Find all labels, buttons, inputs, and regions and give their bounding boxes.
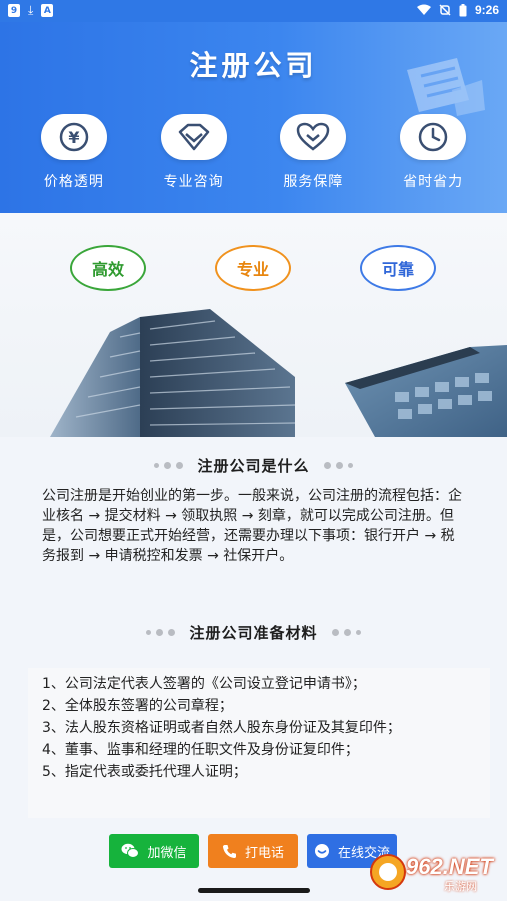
section-heading-materials: 注册公司准备材料 — [0, 622, 507, 643]
badge-efficient: 高效 — [70, 245, 146, 291]
add-wechat-button[interactable]: 加微信 — [109, 834, 199, 868]
description-paragraph: 公司注册是开始创业的第一步。一般来说，公司注册的流程包括：企业核名 → 提交材料… — [42, 488, 462, 564]
diamond-icon — [160, 114, 227, 160]
a-notification-icon: A — [41, 4, 54, 17]
feature-label: 省时省力 — [403, 174, 464, 190]
wechat-icon — [121, 843, 140, 858]
mute-icon — [439, 4, 451, 16]
page-title: 注册公司 — [189, 49, 318, 82]
materials-list: 1、公司法定代表人签署的《公司设立登记申请书》； 2、全体股东签署的公司章程； … — [28, 668, 490, 818]
feature-label: 价格透明 — [43, 174, 104, 190]
feature-list: ¥ 价格透明 专业咨询 服务保障 省时省力 — [0, 114, 507, 191]
button-label: 打电话 — [244, 845, 284, 861]
list-item: 3、法人股东资格证明或者自然人股东身份证及其复印件； — [42, 720, 401, 736]
buildings-illustration — [50, 309, 507, 437]
feature-label: 服务保障 — [283, 174, 344, 190]
watermark-brand: 962.NET — [406, 854, 493, 879]
list-item: 2、全体股东签署的公司章程； — [42, 698, 233, 714]
button-label: 加微信 — [147, 845, 187, 861]
badge-reliable: 可靠 — [360, 245, 436, 291]
feature-label: 专业咨询 — [163, 174, 224, 190]
call-button[interactable]: 打电话 — [208, 834, 298, 868]
watermark-logo-icon — [370, 854, 406, 890]
feature-price-transparent[interactable]: ¥ 价格透明 — [19, 114, 129, 191]
watermark-sub: 乐游网 — [444, 880, 477, 893]
home-gesture-bar[interactable] — [198, 888, 310, 893]
phone-icon — [222, 844, 236, 858]
list-item: 5、指定代表或委托代理人证明； — [42, 764, 247, 780]
battery-icon — [459, 3, 467, 16]
list-item: 4、董事、监事和经理的任职文件及身份证复印件； — [42, 742, 359, 758]
site-watermark: 962.NET 乐游网 — [366, 850, 504, 896]
section-title: 注册公司是什么 — [197, 457, 310, 475]
feature-guarantee[interactable]: 服务保障 — [258, 114, 368, 191]
badge-professional: 专业 — [215, 245, 291, 291]
download-icon: ⤓ — [28, 3, 34, 17]
heart-icon — [280, 114, 347, 160]
list-item: 1、公司法定代表人签署的《公司设立登记申请书》； — [42, 676, 366, 692]
status-bar: 9 ⤓ A 9:26 — [0, 0, 507, 22]
svg-text:¥: ¥ — [68, 128, 79, 147]
promo-banner: 高效 专业 可靠 — [0, 213, 507, 437]
section-heading-what-is: 注册公司是什么 — [0, 455, 507, 476]
feature-consult[interactable]: 专业咨询 — [139, 114, 249, 191]
feature-save-time[interactable]: 省时省力 — [378, 114, 488, 191]
hero-banner: 注册公司 ¥ 价格透明 专业咨询 服务保障 省时省力 — [0, 22, 507, 213]
clock-icon — [400, 114, 467, 160]
notification-icon: 9 — [8, 4, 20, 17]
section-title: 注册公司准备材料 — [189, 624, 318, 642]
chat-icon — [314, 844, 329, 858]
clock-time: 9:26 — [474, 3, 499, 17]
wifi-icon — [416, 4, 431, 15]
yen-icon: ¥ — [40, 114, 107, 160]
